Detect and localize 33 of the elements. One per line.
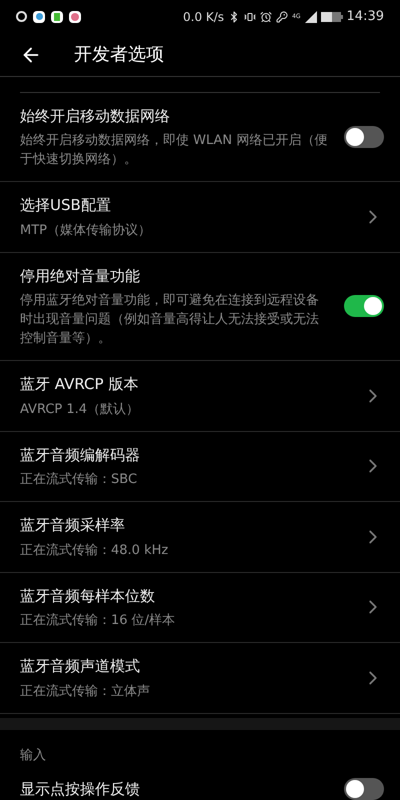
app-icon [33,10,45,22]
signal-icon [304,10,317,22]
setting-summary: 正在流式传输：SBC [20,471,138,490]
app-icon [16,11,27,22]
alarm-icon [260,10,272,22]
setting-summary: 正在流式传输：立体声 [20,682,151,701]
setting-summary: 正在流式传输：16 位/样本 [20,612,176,630]
page-title: 开发者选项 [74,43,164,67]
section-header: 输入 [20,748,46,762]
setting-summary: 始终开启移动数据网络，即使 WLAN 网络已开启（便于快速切换网络）。 [20,132,328,170]
vibrate-icon [244,10,256,22]
setting-title: 蓝牙音频每样本位数 [20,586,156,607]
setting-title: 蓝牙音频采样率 [20,515,126,536]
setting-title: 蓝牙 AVRCP 版本 [20,374,140,396]
setting-summary: 停用蓝牙绝对音量功能，即可避免在连接到远程设备时出现音量问题（例如音量高得让人无法接受或无法控制音量等）。 [20,292,320,348]
setting-title: 始终开启移动数据网络 [20,106,171,127]
battery-icon [320,12,343,22]
toggle-switch[interactable] [344,126,384,148]
setting-summary: AVRCP 1.4（默认） [20,400,140,419]
setting-title: 显示点按操作反馈 [20,778,141,800]
setting-summary: 正在流式传输：48.0 kHz [20,542,170,560]
app-icon [69,10,81,22]
toggle-switch[interactable] [344,778,384,800]
network-speed: 0.0 K/s [183,8,224,26]
app-icon [51,10,63,22]
setting-title: 选择USB配置 [20,195,112,216]
clock: 14:39 [346,8,384,26]
setting-title: 蓝牙音频声道模式 [20,656,141,678]
setting-title: 停用绝对音量功能 [20,266,141,287]
setting-title: 蓝牙音频编解码器 [20,444,141,466]
key-icon [276,10,288,22]
setting-summary: MTP（媒体传输协议） [20,222,152,240]
toggle-switch[interactable] [344,295,384,318]
